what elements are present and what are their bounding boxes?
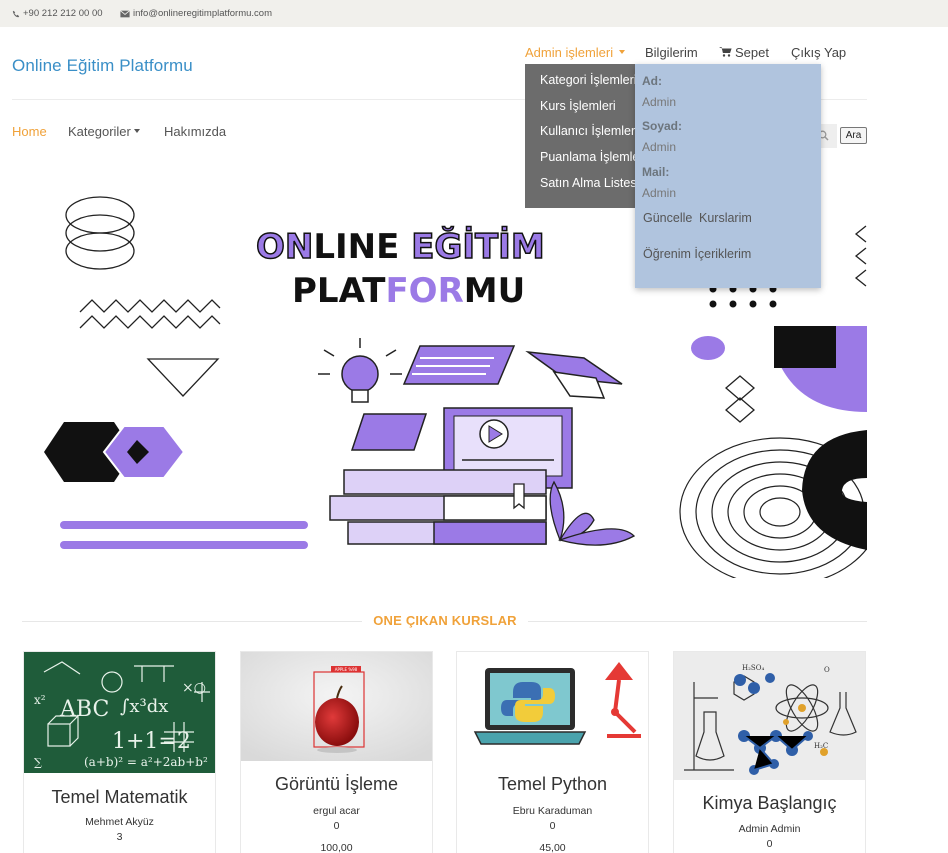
svg-text:H₂C: H₂C [814,742,828,750]
update-link[interactable]: Güncelle [643,211,692,225]
nav-home[interactable]: Home [12,123,47,139]
course-author: Mehmet Akyüz [85,816,154,828]
my-info-label: Bilgilerim [645,44,698,60]
svg-text:ABC: ABC [59,697,109,722]
admin-dropdown-menu: Kategori İşlemleri Kurs İşlemleri Kullan… [525,64,641,208]
course-card[interactable]: Temel Python Ebru Karaduman 0 45,00 [456,651,649,853]
featured-courses-title: ONE ÇIKAN KURSLAR [373,613,517,628]
svg-text:1+1=2: 1+1=2 [112,729,191,754]
cart-link[interactable]: Sepet [719,42,769,62]
mail-value: Admin [642,186,677,200]
caret-down-icon [619,50,626,54]
name-value: Admin [642,95,677,109]
course-author: ergul acar [313,805,360,817]
course-count: 0 [766,838,773,850]
hero-line2-c: MU [464,271,525,311]
nav-about-label: Hakımızda [164,123,227,139]
name-label: Ad: [642,74,662,88]
course-count: 3 [116,831,123,843]
svg-text:(a+b)² = a²+2ab+b²: (a+b)² = a²+2ab+b² [84,755,208,769]
svg-text:O: O [824,666,830,674]
hero-title: ONLINE EĞİTİM PLATFORMU [255,225,545,311]
course-count: 0 [549,820,556,832]
svg-text:x²: x² [34,693,46,707]
section-divider-left [22,621,362,622]
my-courses-link[interactable]: Kurslarim [699,211,752,225]
nav-home-label: Home [12,123,47,139]
hero-line2-a: PLAT [292,271,386,311]
svg-text:H₂SO₄: H₂SO₄ [742,664,764,672]
svg-text:×○: ×○ [182,680,206,696]
course-image-python [457,652,648,761]
hero-line2-b: FOR [385,271,463,311]
phone-icon [12,10,20,18]
brand-logo-text[interactable]: Online Eğitim Platformu [12,56,193,76]
surname-value: Admin [642,140,677,154]
logout-label: Çıkış Yap [791,44,847,60]
course-image-math: ABC ∫x³dx 1+1=2 (a+b)² = a²+2ab+b² ×○ x²… [24,652,215,773]
caret-down-icon [133,129,140,133]
course-image-chemistry: H₂SO₄ H₂C O [674,652,865,780]
svg-text:∑: ∑ [34,756,42,769]
svg-text:PLATFORMU: PLATFORMU [292,271,525,311]
svg-text:∫x³dx: ∫x³dx [120,696,168,717]
course-price: 45,00 [539,842,566,853]
course-card[interactable]: APPLE %98 Görüntü İşleme ergul acar 0 10… [240,651,433,853]
nav-categories-label: Kategoriler [68,123,131,139]
hero-line1-a: ON [256,227,313,267]
user-info-dropdown: Ad: Admin Soyad: Admin Mail: Admin Günce… [635,64,821,288]
admin-menu-item-category[interactable]: Kategori İşlemleri [540,73,637,87]
nav-about[interactable]: Hakımızda [164,123,226,139]
admin-menu-label: Admin işlemleri [525,44,614,60]
course-card[interactable]: H₂SO₄ H₂C O Kimya Başlangıç Admin Admin 0 [673,651,866,853]
contact-phone: +90 212 212 00 00 [12,8,103,19]
mail-icon [120,9,130,18]
course-author: Ebru Karaduman [512,805,593,817]
course-count: 0 [333,820,340,832]
my-info-toggle[interactable]: Bilgilerim [640,32,703,70]
email-text: info@onlineregitimplatformu.com [133,8,273,19]
admin-menu-item-user[interactable]: Kullanıcı İşlemleri [540,124,638,138]
contact-bar: +90 212 212 00 00 info@onlineregitimplat… [0,0,948,27]
cart-label: Sepet [735,44,769,60]
hero-line1-b: LINE [313,227,411,267]
admin-menu-item-course[interactable]: Kurs İşlemleri [540,99,616,113]
course-title[interactable]: Temel Python [457,774,648,795]
logout-link[interactable]: Çıkış Yap [791,42,846,62]
nav-categories[interactable]: Kategoriler [68,123,140,139]
admin-menu-toggle[interactable]: Admin işlemleri [525,42,626,62]
learning-content-link[interactable]: Öğrenim İçeriklerim [643,247,751,261]
course-title[interactable]: Temel Matematik [24,787,215,808]
admin-menu-item-rating[interactable]: Puanlama İşlemleri [540,150,641,164]
admin-menu-item-purchases[interactable]: Satın Alma Listesi [540,176,639,190]
course-price: 100,00 [320,842,353,853]
detection-badge-text: APPLE %98 [335,667,358,672]
section-divider-right [528,621,867,622]
course-title[interactable]: Kimya Başlangıç [674,793,865,814]
surname-label: Soyad: [642,119,683,133]
course-image-image-processing: APPLE %98 [241,652,432,761]
search-button[interactable]: Ara [840,127,867,144]
contact-email: info@onlineregitimplatformu.com [120,8,272,19]
hero-lightbulb [318,338,402,403]
svg-text:ONLINE EĞİTİM: ONLINE EĞİTİM [256,226,545,267]
hero-deco-left [65,196,221,397]
course-author: Admin Admin [738,823,801,835]
phone-text: +90 212 212 00 00 [23,8,103,19]
mail-label: Mail: [642,165,670,179]
course-title[interactable]: Görüntü İşleme [241,774,432,795]
hero-line1-c: EĞİTİM [411,226,544,267]
course-card[interactable]: ABC ∫x³dx 1+1=2 (a+b)² = a²+2ab+b² ×○ x²… [23,651,216,853]
cart-icon [719,45,732,60]
